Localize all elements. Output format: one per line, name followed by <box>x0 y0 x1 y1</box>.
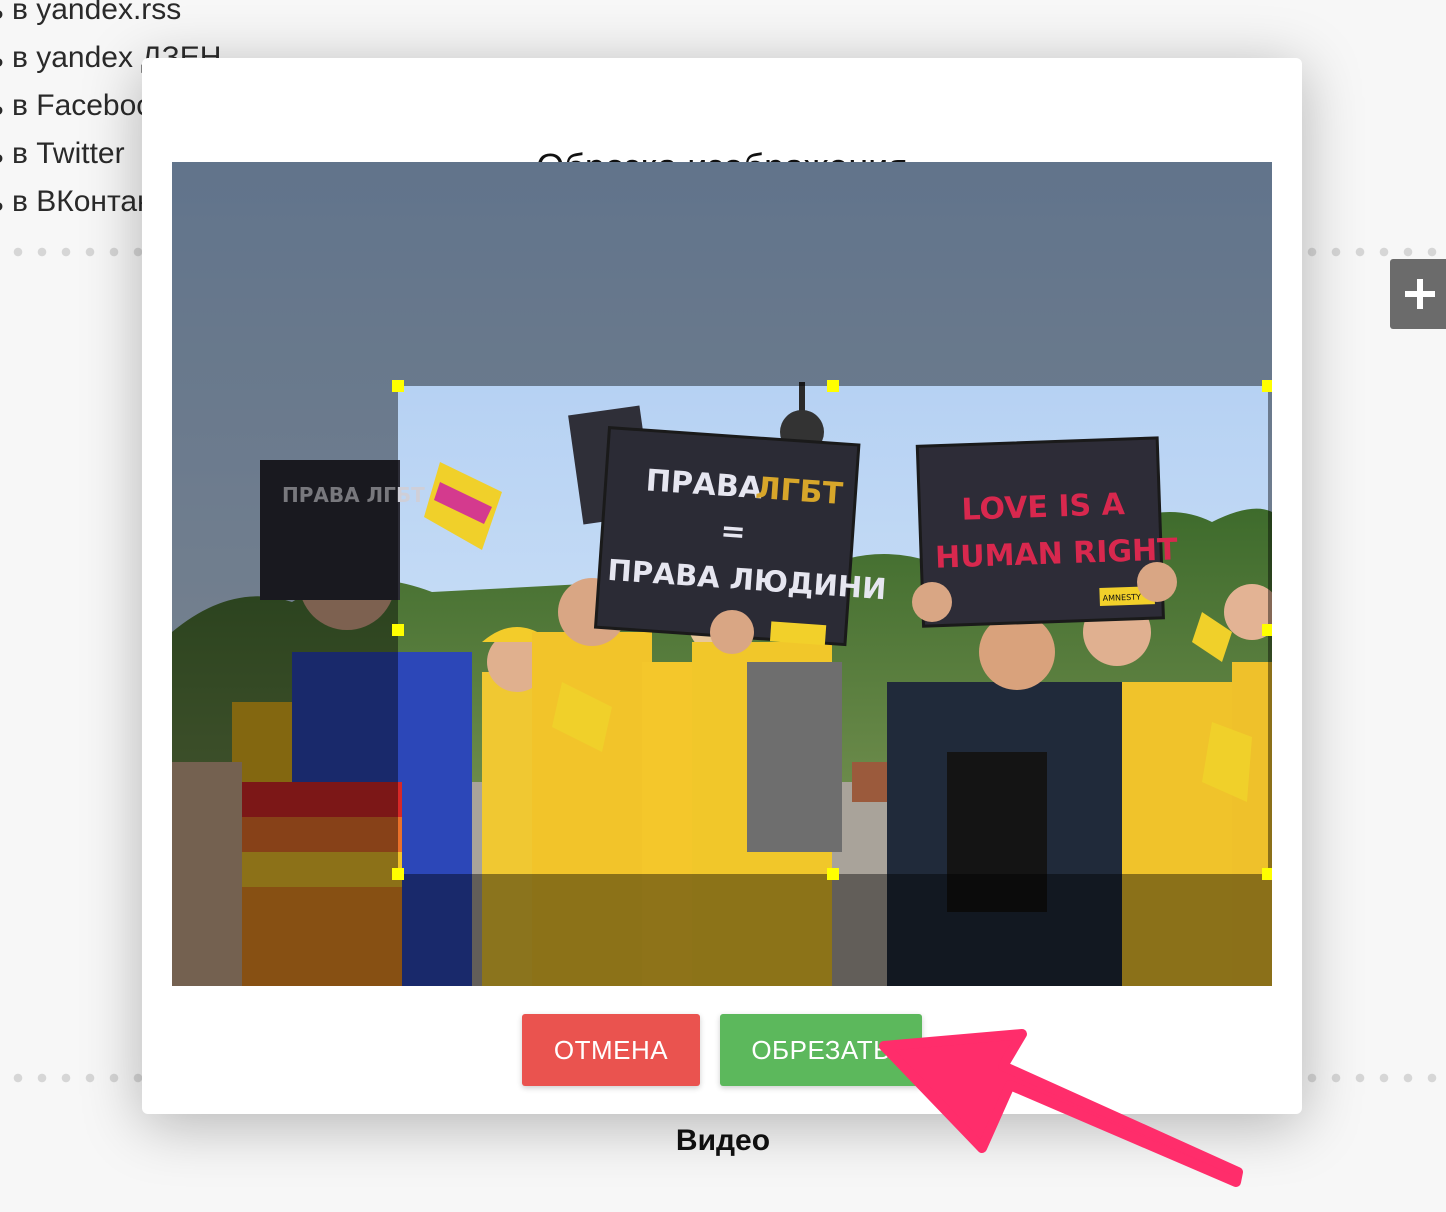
divider-dots <box>1300 1073 1446 1083</box>
divider-dots <box>6 247 146 257</box>
divider-dots <box>6 1073 146 1083</box>
crop-handle-n[interactable] <box>827 380 839 392</box>
divider-dots <box>1300 247 1446 257</box>
crop-area[interactable]: ПРАВА ЛГБТ ПРАВА ЛГБТ = ПРАВА ЛЮДИНИ LOV… <box>172 162 1272 986</box>
crop-handle-se[interactable] <box>1262 868 1272 880</box>
share-link-yandex-rss[interactable]: ь в yandex.rss <box>0 0 221 34</box>
plus-icon <box>1405 279 1435 309</box>
crop-handle-s[interactable] <box>827 868 839 880</box>
crop-button[interactable]: ОБРЕЗАТЬ <box>720 1014 922 1086</box>
crop-handle-e[interactable] <box>1262 624 1272 636</box>
cancel-button[interactable]: ОТМЕНА <box>522 1014 700 1086</box>
section-caption: Видео <box>675 1124 771 1157</box>
crop-handle-w[interactable] <box>392 624 404 636</box>
add-block-button[interactable] <box>1390 259 1446 329</box>
crop-handle-nw[interactable] <box>392 380 404 392</box>
crop-handle-ne[interactable] <box>1262 380 1272 392</box>
crop-handle-sw[interactable] <box>392 868 404 880</box>
crop-selection[interactable] <box>392 380 1272 880</box>
